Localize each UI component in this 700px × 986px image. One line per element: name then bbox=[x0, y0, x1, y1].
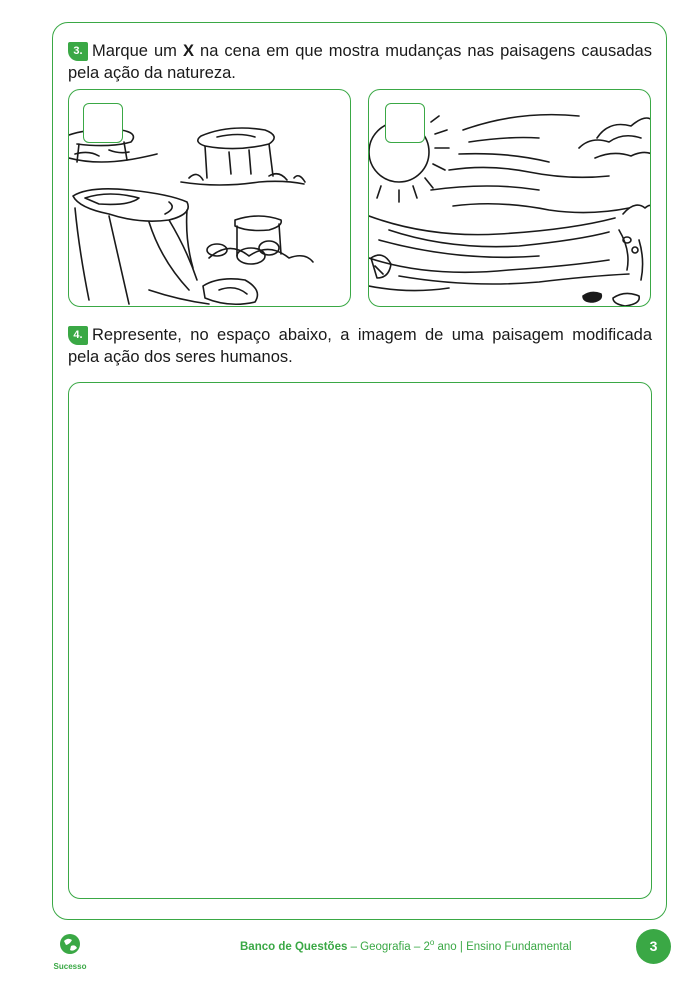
question-3-text-before: Marque um bbox=[92, 42, 177, 60]
question-4-number: 4. bbox=[68, 326, 88, 345]
footer-collection: Banco de Questões bbox=[240, 940, 348, 953]
question-4: 4. Represente, no espaço abaixo, a imagem… bbox=[68, 324, 652, 368]
scene-storm bbox=[368, 89, 651, 307]
sucesso-logo: Sucesso bbox=[48, 932, 92, 971]
scene-2-checkbox[interactable] bbox=[385, 103, 425, 143]
drawing-area[interactable] bbox=[68, 382, 652, 899]
footer-grade: ano | Ensino Fundamental bbox=[434, 940, 572, 953]
question-4-text: Represente, no espaço abaixo, a imagem d… bbox=[68, 326, 652, 366]
logo-text: Sucesso bbox=[53, 962, 87, 971]
scene-1-checkbox[interactable] bbox=[83, 103, 123, 143]
scene-tree-stumps bbox=[68, 89, 351, 307]
question-3-x-mark: X bbox=[182, 42, 194, 60]
question-3: 3. Marque um X na cena em que mostra muda… bbox=[68, 40, 652, 84]
footer-separator: – Geografia – 2 bbox=[347, 940, 430, 953]
footer-text: Banco de Questões – Geografia – 2o ano |… bbox=[240, 938, 572, 953]
page-number: 3 bbox=[636, 929, 671, 964]
question-3-number: 3. bbox=[68, 42, 88, 61]
globe-logo-icon bbox=[60, 934, 80, 954]
